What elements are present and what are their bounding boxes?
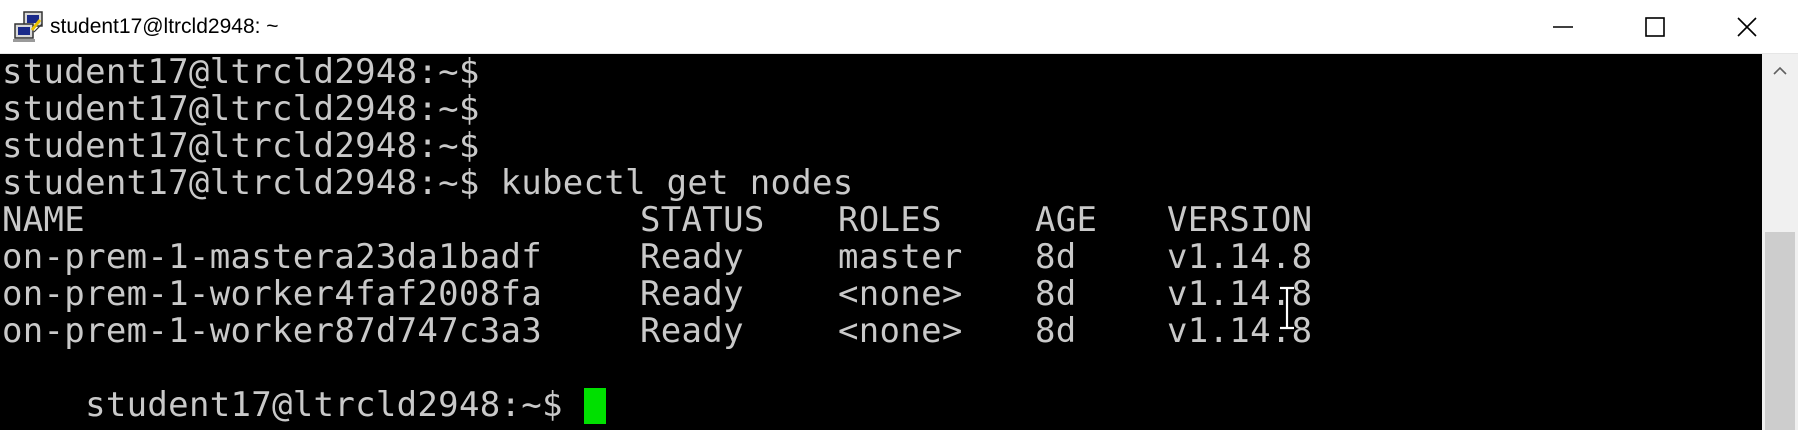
close-icon [1736,16,1758,38]
node-roles: master [838,237,963,277]
active-prompt-line[interactable]: student17@ltrcld2948:~$ [2,350,606,424]
title-bar[interactable]: student17@ltrcld2948: ~ [0,0,1798,54]
column-header-version: VERSION [1167,200,1313,240]
putty-icon[interactable] [12,10,46,44]
scroll-thumb[interactable] [1765,232,1795,430]
table-header: NAME STATUS ROLES AGE VERSION [2,202,1402,239]
prompt-text: student17@ltrcld2948:~$ [85,385,584,425]
column-header-name: NAME [2,200,86,240]
window-title: student17@ltrcld2948: ~ [50,15,279,38]
node-version: v1.14.8 [1167,237,1313,277]
table-row: on-prem-1-worker4faf2008fa Ready <none> … [2,276,1402,313]
vertical-scrollbar[interactable] [1762,54,1798,430]
chevron-up-icon [1773,63,1787,81]
node-age: 8d [1035,274,1077,314]
command-line: student17@ltrcld2948:~$ kubectl get node… [2,163,854,203]
prompt-line: student17@ltrcld2948:~$ [2,54,480,92]
node-status: Ready [640,311,744,351]
prompt-line: student17@ltrcld2948:~$ [2,89,480,129]
close-button[interactable] [1701,0,1793,54]
text-cursor [583,388,606,424]
node-age: 8d [1035,311,1077,351]
scroll-up-button[interactable] [1762,54,1798,90]
node-name: on-prem-1-worker87d747c3a3 [2,311,543,351]
maximize-button[interactable] [1609,0,1701,54]
table-row: on-prem-1-worker87d747c3a3 Ready <none> … [2,313,1402,350]
maximize-icon [1644,16,1666,38]
node-roles: <none> [838,311,963,351]
column-header-age: AGE [1035,200,1098,240]
node-roles: <none> [838,274,963,314]
column-header-roles: ROLES [838,200,942,240]
prompt-line: student17@ltrcld2948:~$ [2,126,480,166]
node-status: Ready [640,237,744,277]
terminal-output[interactable]: student17@ltrcld2948:~$ student17@ltrcld… [0,54,1762,430]
table-row: on-prem-1-mastera23da1badf Ready master … [2,239,1402,276]
node-name: on-prem-1-mastera23da1badf [2,237,543,277]
minimize-button[interactable] [1517,0,1609,54]
node-status: Ready [640,274,744,314]
column-header-status: STATUS [640,200,765,240]
node-age: 8d [1035,237,1077,277]
minimize-icon [1552,16,1574,38]
ibeam-cursor-icon [1276,286,1298,330]
node-name: on-prem-1-worker4faf2008fa [2,274,543,314]
